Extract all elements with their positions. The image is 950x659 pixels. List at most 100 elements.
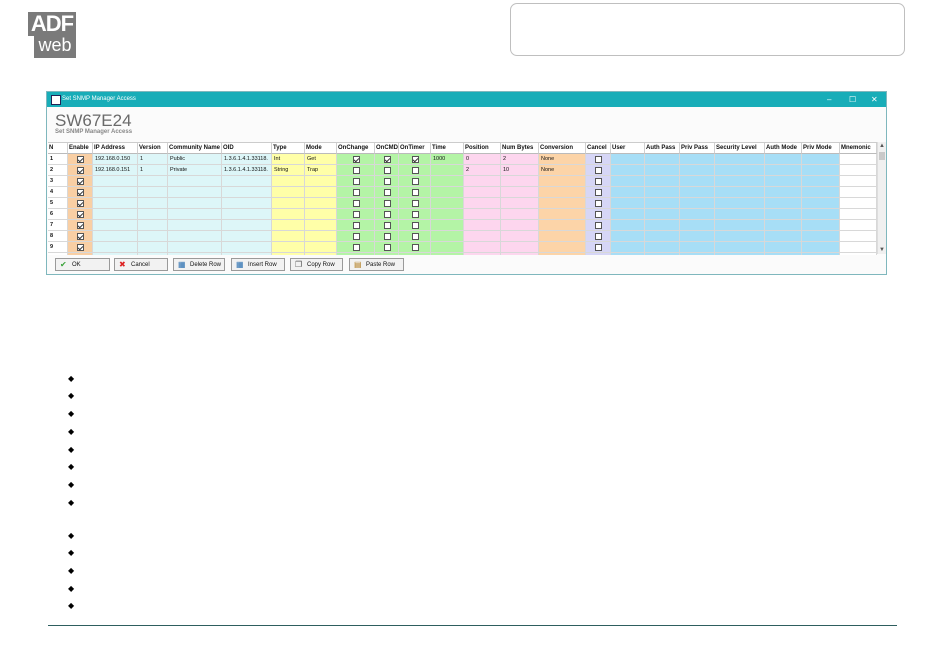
onchange-checkbox[interactable] bbox=[353, 233, 360, 240]
table-cell[interactable] bbox=[464, 242, 501, 253]
column-header[interactable]: Num Bytes bbox=[501, 143, 539, 154]
table-cell[interactable]: 1 bbox=[138, 154, 168, 165]
scroll-down-icon[interactable]: ▼ bbox=[878, 246, 886, 254]
oncmd-checkbox-cell[interactable] bbox=[375, 154, 399, 165]
table-cell[interactable] bbox=[802, 154, 840, 165]
column-header[interactable]: IP Address bbox=[93, 143, 138, 154]
table-cell[interactable] bbox=[431, 242, 464, 253]
oncmd-checkbox[interactable] bbox=[384, 200, 391, 207]
table-cell[interactable] bbox=[93, 231, 138, 242]
table-cell[interactable] bbox=[611, 231, 645, 242]
table-cell[interactable] bbox=[464, 220, 501, 231]
cancel-checkbox-cell[interactable] bbox=[586, 154, 611, 165]
table-cell[interactable] bbox=[464, 176, 501, 187]
table-cell[interactable] bbox=[464, 198, 501, 209]
onchange-checkbox-cell[interactable] bbox=[337, 165, 375, 176]
table-cell[interactable]: Int bbox=[272, 154, 305, 165]
table-cell[interactable] bbox=[680, 165, 715, 176]
enable-checkbox[interactable] bbox=[77, 222, 84, 229]
table-cell[interactable] bbox=[431, 220, 464, 231]
table-cell[interactable]: 1.3.6.1.4.1.33118. bbox=[222, 165, 272, 176]
table-cell[interactable] bbox=[611, 187, 645, 198]
table-cell[interactable] bbox=[840, 242, 877, 253]
scroll-up-icon[interactable]: ▲ bbox=[878, 142, 886, 150]
onchange-checkbox-cell[interactable] bbox=[337, 209, 375, 220]
ontimer-checkbox[interactable] bbox=[412, 167, 419, 174]
column-header[interactable]: Auth Mode bbox=[765, 143, 802, 154]
table-cell[interactable] bbox=[272, 220, 305, 231]
table-cell[interactable]: 2 bbox=[464, 165, 501, 176]
table-cell[interactable] bbox=[272, 176, 305, 187]
column-header[interactable]: Mnemonic bbox=[840, 143, 877, 154]
table-cell[interactable] bbox=[168, 198, 222, 209]
table-cell[interactable] bbox=[611, 176, 645, 187]
table-cell[interactable] bbox=[765, 231, 802, 242]
table-cell[interactable] bbox=[168, 242, 222, 253]
table-cell[interactable] bbox=[765, 198, 802, 209]
table-cell[interactable] bbox=[222, 198, 272, 209]
table-cell[interactable] bbox=[840, 209, 877, 220]
table-cell[interactable] bbox=[765, 242, 802, 253]
cancel-checkbox[interactable] bbox=[595, 178, 602, 185]
table-cell[interactable] bbox=[93, 176, 138, 187]
table-cell[interactable] bbox=[645, 231, 680, 242]
table-cell[interactable] bbox=[305, 198, 337, 209]
onchange-checkbox[interactable] bbox=[353, 167, 360, 174]
table-cell[interactable] bbox=[840, 154, 877, 165]
cancel-checkbox[interactable] bbox=[595, 189, 602, 196]
column-header[interactable]: Type bbox=[272, 143, 305, 154]
table-cell[interactable] bbox=[611, 154, 645, 165]
table-cell[interactable] bbox=[765, 187, 802, 198]
ontimer-checkbox-cell[interactable] bbox=[399, 242, 431, 253]
onchange-checkbox-cell[interactable] bbox=[337, 220, 375, 231]
table-cell[interactable] bbox=[539, 176, 586, 187]
table-cell[interactable] bbox=[840, 220, 877, 231]
table-cell[interactable] bbox=[168, 176, 222, 187]
table-cell[interactable] bbox=[305, 231, 337, 242]
table-cell[interactable] bbox=[611, 209, 645, 220]
table-cell[interactable] bbox=[539, 242, 586, 253]
table-cell[interactable] bbox=[680, 242, 715, 253]
table-cell[interactable] bbox=[715, 176, 765, 187]
table-cell[interactable] bbox=[611, 165, 645, 176]
cancel-checkbox-cell[interactable] bbox=[586, 209, 611, 220]
onchange-checkbox-cell[interactable] bbox=[337, 154, 375, 165]
enable-checkbox[interactable] bbox=[77, 189, 84, 196]
table-cell[interactable] bbox=[222, 187, 272, 198]
table-cell[interactable] bbox=[645, 154, 680, 165]
table-cell[interactable] bbox=[501, 209, 539, 220]
enable-checkbox[interactable] bbox=[77, 156, 84, 163]
column-header[interactable]: Priv Mode bbox=[802, 143, 840, 154]
enable-checkbox-cell[interactable] bbox=[68, 154, 93, 165]
ontimer-checkbox[interactable] bbox=[412, 156, 419, 163]
oncmd-checkbox[interactable] bbox=[384, 211, 391, 218]
onchange-checkbox-cell[interactable] bbox=[337, 187, 375, 198]
table-cell[interactable] bbox=[611, 242, 645, 253]
table-cell[interactable] bbox=[138, 209, 168, 220]
table-cell[interactable] bbox=[93, 220, 138, 231]
table-cell[interactable] bbox=[138, 231, 168, 242]
table-cell[interactable] bbox=[431, 187, 464, 198]
enable-checkbox-cell[interactable] bbox=[68, 165, 93, 176]
table-cell[interactable] bbox=[168, 187, 222, 198]
table-cell[interactable] bbox=[464, 187, 501, 198]
oncmd-checkbox-cell[interactable] bbox=[375, 165, 399, 176]
onchange-checkbox[interactable] bbox=[353, 222, 360, 229]
ontimer-checkbox-cell[interactable] bbox=[399, 176, 431, 187]
oncmd-checkbox-cell[interactable] bbox=[375, 242, 399, 253]
delete-row-button[interactable]: ▦ Delete Row bbox=[173, 258, 225, 271]
table-cell[interactable]: 1 bbox=[138, 165, 168, 176]
table-cell[interactable] bbox=[802, 242, 840, 253]
onchange-checkbox-cell[interactable] bbox=[337, 176, 375, 187]
table-cell[interactable] bbox=[802, 165, 840, 176]
ontimer-checkbox[interactable] bbox=[412, 244, 419, 251]
table-cell[interactable] bbox=[431, 165, 464, 176]
onchange-checkbox[interactable] bbox=[353, 189, 360, 196]
table-cell[interactable] bbox=[93, 209, 138, 220]
table-cell[interactable]: 0 bbox=[464, 154, 501, 165]
cancel-checkbox[interactable] bbox=[595, 233, 602, 240]
onchange-checkbox-cell[interactable] bbox=[337, 231, 375, 242]
column-header[interactable]: OnChange bbox=[337, 143, 375, 154]
table-cell[interactable] bbox=[680, 198, 715, 209]
table-cell[interactable] bbox=[840, 187, 877, 198]
